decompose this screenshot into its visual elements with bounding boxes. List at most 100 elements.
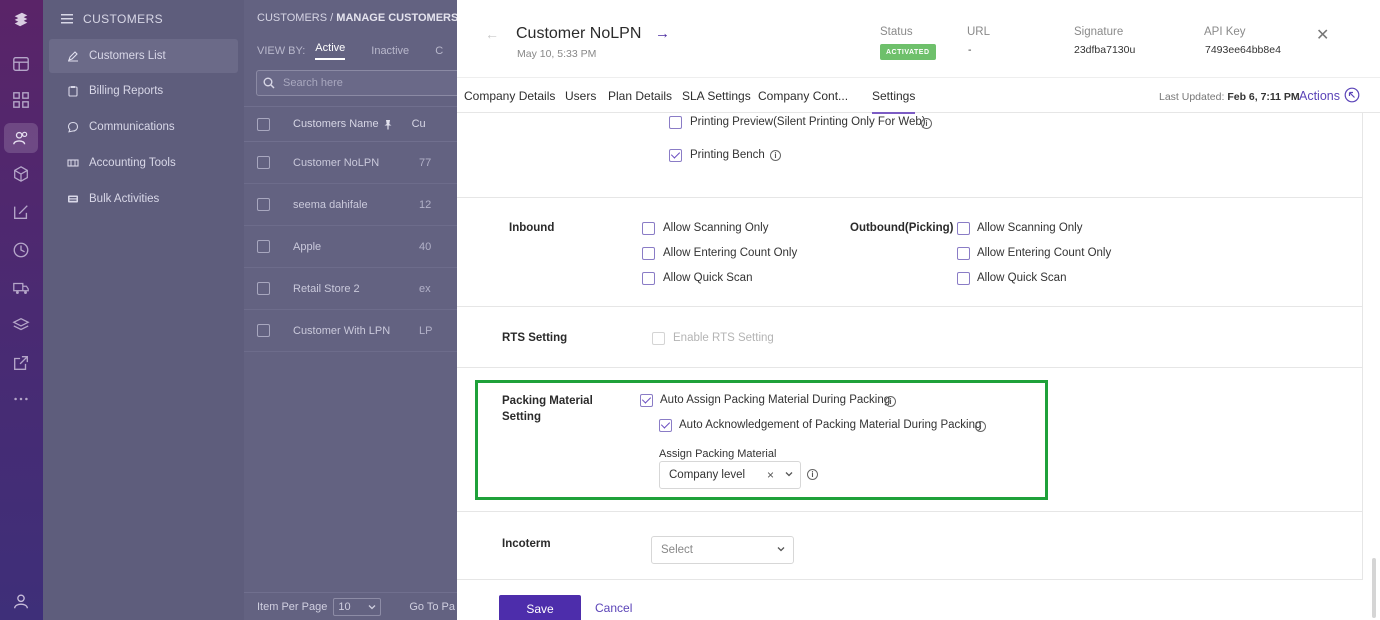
customer-code: LP	[419, 324, 433, 337]
tab-settings[interactable]: Settings	[872, 89, 916, 114]
outbound-title: Outbound(Picking)	[850, 222, 954, 234]
select-all-checkbox[interactable]	[257, 117, 270, 131]
more-icon[interactable]	[11, 389, 31, 409]
inbound-allow-entering-count-label: Allow Entering Count Only	[663, 247, 798, 259]
nav-item-billing-reports[interactable]: Billing Reports	[49, 74, 238, 108]
cancel-button[interactable]: Cancel	[595, 601, 632, 615]
save-button[interactable]: Save	[499, 595, 581, 620]
layout-icon[interactable]	[11, 54, 31, 74]
breadcrumb-current: MANAGE CUSTOMERS	[336, 12, 458, 24]
outbound-allow-scanning-checkbox[interactable]	[957, 222, 970, 235]
customer-code: 77	[419, 156, 432, 169]
inbound-quick-scan-label: Allow Quick Scan	[663, 272, 753, 284]
printing-bench-checkbox[interactable]	[669, 149, 682, 162]
tab-users[interactable]: Users	[565, 89, 596, 103]
external-link-icon[interactable]	[11, 353, 31, 373]
layers-icon[interactable]	[11, 315, 31, 335]
search-icon	[263, 77, 275, 89]
nav-item-customers-list[interactable]: Customers List	[49, 39, 238, 73]
pin-icon[interactable]	[383, 119, 393, 130]
search-input[interactable]: Search here	[256, 70, 458, 96]
view-by-tabs: VIEW BY: Active Inactive C	[257, 42, 443, 60]
inbound-allow-entering-count-checkbox[interactable]	[642, 247, 655, 260]
customers-nav: CUSTOMERS Customers List Billing Reports…	[43, 0, 244, 620]
url-value: -	[968, 44, 972, 56]
rts-title: RTS Setting	[502, 332, 568, 344]
customer-name[interactable]: Customer With LPN	[293, 325, 419, 337]
info-icon[interactable]: i	[921, 118, 932, 129]
printing-preview-label: Printing Preview(Silent Printing Only Fo…	[690, 116, 926, 128]
row-checkbox[interactable]	[257, 240, 270, 253]
table-row[interactable]: Retail Store 2 ex	[244, 268, 458, 310]
outbound-allow-entering-count-checkbox[interactable]	[957, 247, 970, 260]
chevron-down-icon	[777, 547, 785, 552]
actions-arrow-icon[interactable]	[1344, 87, 1360, 103]
customer-name[interactable]: seema dahifale	[293, 199, 419, 211]
tab-company-contacts[interactable]: Company Cont...	[758, 89, 848, 103]
column-header-name[interactable]: Customers Name	[293, 118, 379, 130]
chat-icon	[67, 121, 79, 133]
forward-arrow-icon[interactable]: →	[655, 25, 670, 42]
view-by-label: VIEW BY:	[257, 45, 306, 57]
customers-list-panel: CUSTOMERS / MANAGE CUSTOMERS VIEW BY: Ac…	[244, 0, 458, 620]
scanning-card: Inbound Allow Scanning Only Allow Enteri…	[457, 198, 1363, 306]
printing-bench-label: Printing Bench	[690, 149, 765, 161]
breadcrumb-root[interactable]: CUSTOMERS	[257, 12, 327, 24]
table-row[interactable]: Apple 40	[244, 226, 458, 268]
edit-icon[interactable]	[11, 202, 31, 222]
tab-sla-settings[interactable]: SLA Settings	[682, 89, 751, 103]
logo-icon[interactable]	[11, 9, 31, 29]
row-checkbox[interactable]	[257, 156, 270, 169]
nav-title: CUSTOMERS	[83, 12, 164, 26]
table-row[interactable]: seema dahifale 12	[244, 184, 458, 226]
customer-name[interactable]: Apple	[293, 241, 419, 253]
customer-name[interactable]: Customer NoLPN	[293, 157, 419, 169]
tab-company-details[interactable]: Company Details	[464, 89, 555, 103]
outbound-quick-scan-label: Allow Quick Scan	[977, 272, 1067, 284]
tab-inactive[interactable]: Inactive	[371, 45, 409, 57]
scrollbar[interactable]	[1372, 558, 1376, 618]
nav-item-communications[interactable]: Communications	[49, 110, 238, 144]
chevron-down-icon	[368, 604, 376, 609]
customer-drawer: ← Customer NoLPN → May 10, 5:33 PM Statu…	[457, 0, 1380, 620]
tab-other[interactable]: C	[435, 45, 443, 57]
row-checkbox[interactable]	[257, 198, 270, 211]
outbound-quick-scan-checkbox[interactable]	[957, 272, 970, 285]
table-row[interactable]: Customer NoLPN 77	[244, 142, 458, 184]
items-per-page-select[interactable]: 10	[333, 597, 382, 616]
rts-enable-checkbox[interactable]	[652, 332, 665, 345]
box-icon[interactable]	[11, 164, 31, 184]
inbound-quick-scan-checkbox[interactable]	[642, 272, 655, 285]
users-icon[interactable]	[4, 123, 38, 153]
info-icon[interactable]: i	[770, 150, 781, 161]
inbound-allow-scanning-checkbox[interactable]	[642, 222, 655, 235]
actions-button[interactable]: Actions	[1299, 89, 1340, 103]
profile-icon[interactable]	[11, 591, 31, 611]
hamburger-icon[interactable]	[61, 14, 73, 24]
printing-preview-checkbox[interactable]	[669, 116, 682, 129]
nav-item-accounting-tools[interactable]: Accounting Tools	[49, 146, 238, 180]
status-badge: ACTIVATED	[880, 44, 936, 60]
clock-icon[interactable]	[11, 240, 31, 260]
tab-plan-details[interactable]: Plan Details	[608, 89, 672, 103]
api-key-value: 7493ee64bb8e4	[1205, 44, 1281, 56]
back-arrow-icon[interactable]: ←	[485, 26, 499, 42]
breadcrumb-separator: /	[330, 12, 334, 24]
customer-code: 12	[419, 198, 432, 211]
close-icon[interactable]: ✕	[1316, 25, 1329, 45]
customer-name[interactable]: Retail Store 2	[293, 283, 419, 295]
row-checkbox[interactable]	[257, 324, 270, 337]
table-row[interactable]: Customer With LPN LP	[244, 310, 458, 352]
nav-item-label: Billing Reports	[89, 85, 164, 97]
customer-date: May 10, 5:33 PM	[517, 48, 597, 60]
column-header-code[interactable]: Cu	[412, 118, 426, 130]
settings-content: Printing Preview(Silent Printing Only Fo…	[457, 113, 1380, 620]
incoterm-select[interactable]: Select	[651, 536, 794, 564]
row-checkbox[interactable]	[257, 282, 270, 295]
grid-icon[interactable]	[11, 90, 31, 110]
nav-item-bulk-activities[interactable]: Bulk Activities	[49, 182, 238, 216]
nav-item-label: Customers List	[89, 50, 166, 62]
tab-active[interactable]: Active	[315, 42, 346, 60]
truck-icon[interactable]	[11, 278, 31, 298]
packing-material-highlight	[475, 380, 1048, 500]
